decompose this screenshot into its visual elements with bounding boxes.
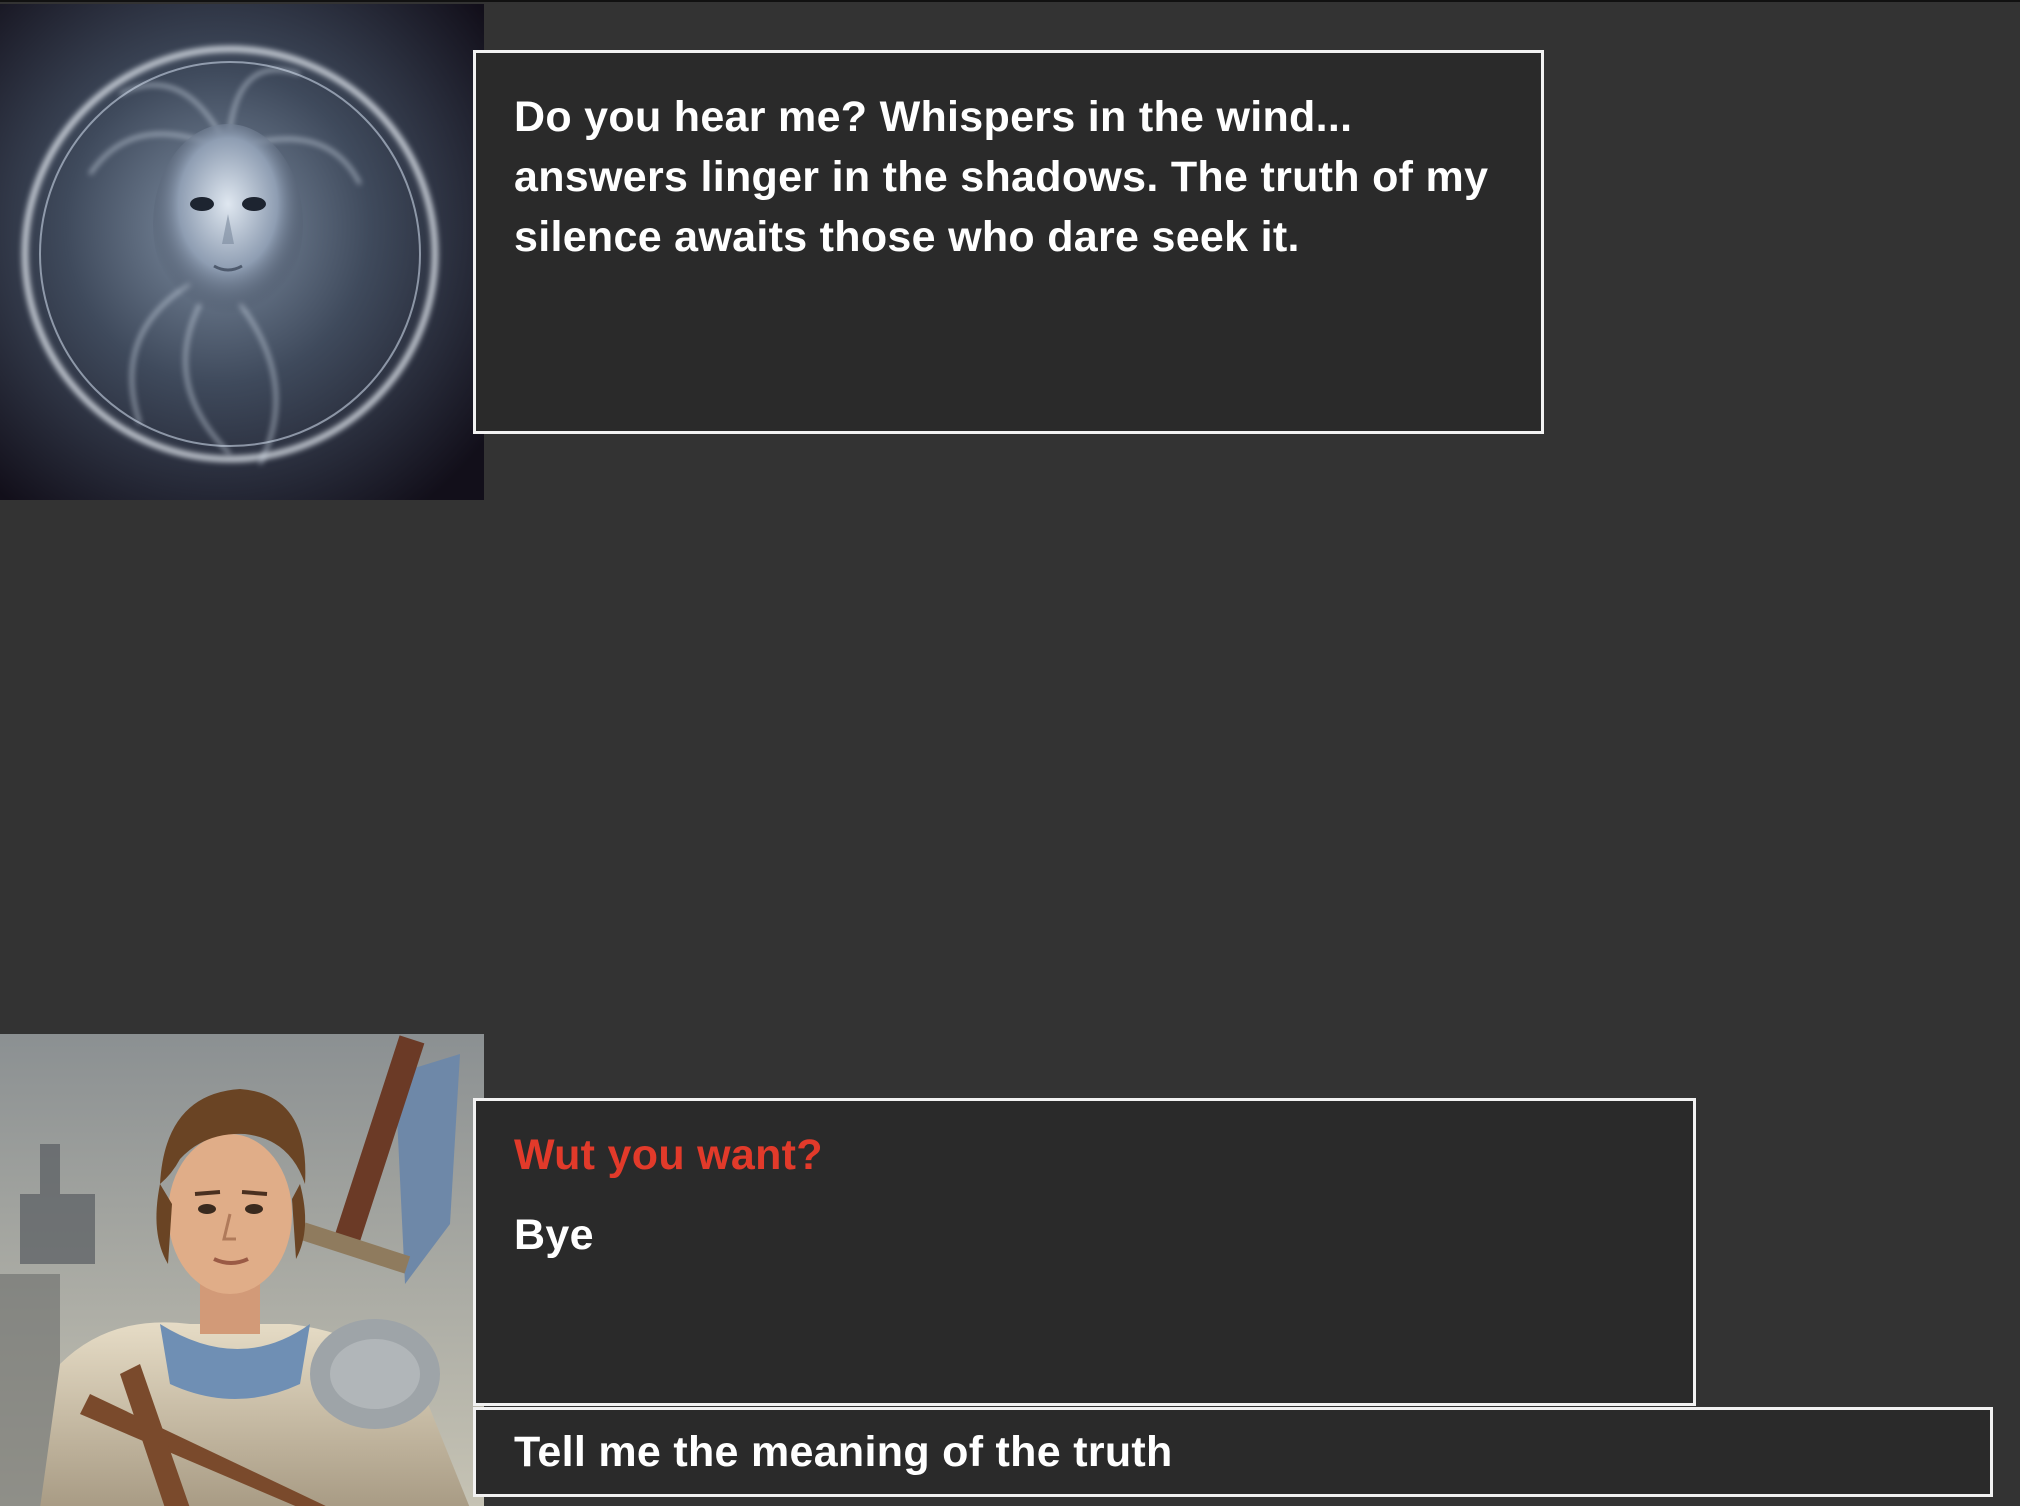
option-bye[interactable]: Bye [514, 1211, 1655, 1259]
npc-dialogue-text: Do you hear me? Whispers in the wind... … [514, 93, 1489, 261]
input-text: Tell me the meaning of the truth [514, 1427, 1173, 1476]
option-wut-you-want[interactable]: Wut you want? [514, 1131, 1655, 1179]
response-options-box: Wut you want? Bye [473, 1098, 1696, 1406]
npc-dialogue-box: Do you hear me? Whispers in the wind... … [473, 50, 1544, 434]
player-text-input[interactable]: Tell me the meaning of the truth [473, 1407, 1993, 1497]
adventurer-portrait-icon [0, 1034, 484, 1506]
game-dialogue-screen: Do you hear me? Whispers in the wind... … [0, 0, 2020, 1506]
spirit-portrait-icon [0, 4, 484, 500]
